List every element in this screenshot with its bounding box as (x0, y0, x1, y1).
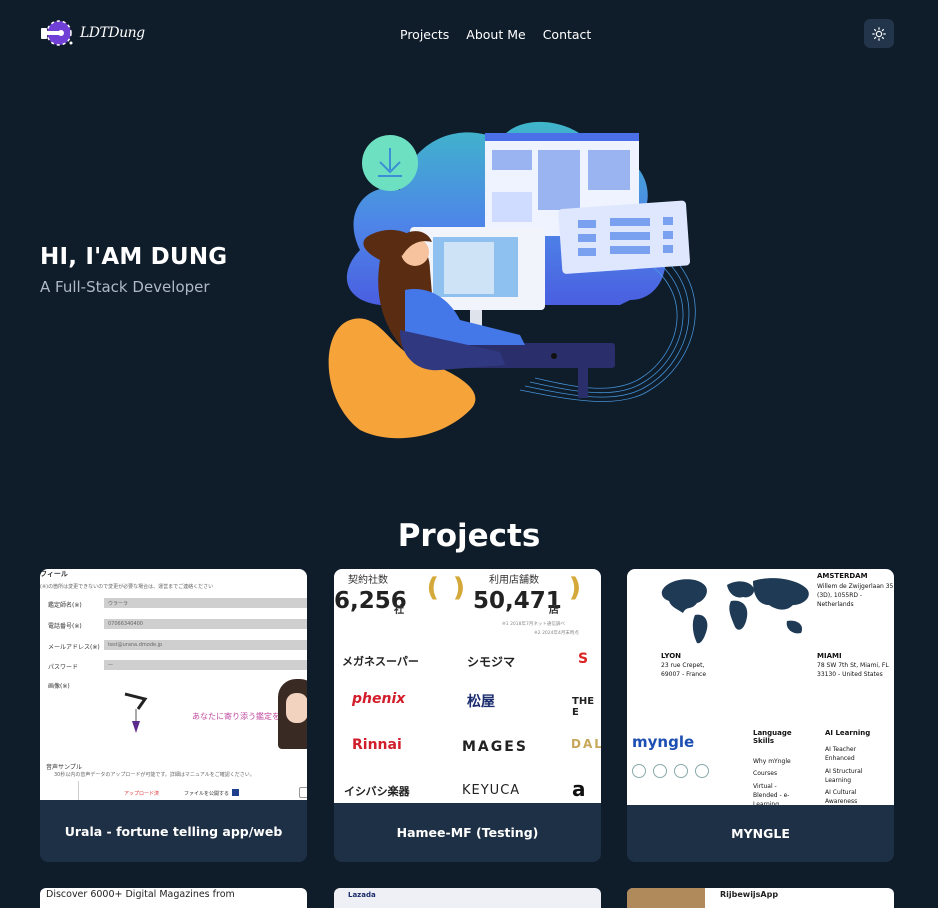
project-thumbnail: 契約社数 6,256 社 ❪ ❫ 利用店舗数 50,471 店 ❫ ※1 201… (334, 569, 601, 803)
thumb-text: メールアドレス(※) (48, 644, 100, 651)
brand-logo-item: THE E (572, 696, 595, 718)
thumb-text: Willem de Zwijgerlaan 35 (3D), 1055RD - … (817, 583, 894, 608)
nav-link-projects[interactable]: Projects (400, 27, 449, 42)
thumb-text: 契約社数 (348, 575, 388, 586)
laurel-icon: ❫ (448, 573, 470, 603)
laurel-icon: ❫ (564, 573, 586, 603)
myngle-logo: myngle (632, 733, 695, 751)
thumb-text: 音声サンプル (46, 764, 82, 771)
thumb-text: AI Teacher Enhanced (825, 746, 857, 762)
thumb-text: 07066340400 (108, 621, 143, 627)
logo-icon (41, 20, 73, 46)
project-title: Hamee-MF (Testing) (396, 825, 539, 840)
social-icons (632, 764, 709, 778)
thumb-text: test@urana.dmode.jp (108, 642, 163, 648)
thumb-banner: あなたに寄り添う鑑定を (192, 712, 280, 721)
thumb-text: 電話番号(※) (48, 623, 82, 630)
thumb-text: Lazada (348, 891, 376, 899)
brand-logo-item: DAL (571, 737, 601, 751)
x-icon[interactable] (695, 764, 709, 778)
brand-name: LDTDung (80, 25, 145, 41)
thumb-text: LYON (661, 652, 681, 660)
thumb-text: ウラーラ (108, 601, 129, 607)
top-nav: LDTDung Projects About Me Contact (0, 0, 938, 68)
brand-logo-item: シモジマ (467, 655, 516, 669)
thumb-text: Discover 6000+ Digital Magazines from (46, 889, 235, 900)
thumb-text: AI Learning (825, 729, 871, 737)
project-card-urala[interactable]: フィール (※)の箇所は変更できないので変更が必要な場合は、運営までご連絡くださ… (40, 569, 307, 862)
brand-logo-item: メガネスーパー (342, 655, 419, 668)
thumb-text: Language Skills (753, 729, 792, 745)
theme-toggle-button[interactable] (864, 19, 894, 48)
project-card-rijbewijs[interactable]: RijbewijsApp (627, 888, 894, 908)
project-card-myngle[interactable]: AMSTERDAM Willem de Zwijgerlaan 35 (3D),… (627, 569, 894, 862)
hero-illustration (328, 121, 696, 439)
thumb-text: 23 rue Crepet, 69007 - France (661, 662, 707, 678)
thumb-text: ファイルを公開する (184, 791, 230, 797)
thumb-text: MIAMI (817, 652, 842, 660)
thumb-text: 鑑定師名(※) (48, 602, 82, 609)
brand-logo-item: イシバシ楽器 (344, 785, 410, 798)
project-thumbnail: AMSTERDAM Willem de Zwijgerlaan 35 (3D),… (627, 569, 894, 805)
hero-title: HI, I'AM DUNG (40, 244, 228, 270)
project-card-lazada[interactable]: Lazada (334, 888, 601, 908)
brand-logo[interactable]: LDTDung (40, 17, 145, 49)
project-card-hamee[interactable]: 契約社数 6,256 社 ❪ ❫ 利用店舗数 50,471 店 ❫ ※1 201… (334, 569, 601, 862)
thumb-text: 社 (394, 605, 404, 616)
thumb-text: AI Cultural Awareness (825, 789, 858, 805)
brand-logo-item: Rinnai (352, 737, 402, 753)
thumb-text: RijbewijsApp (720, 890, 779, 899)
brand-logo-item: MAGES (462, 739, 528, 755)
thumb-text: 78 SW 7th St, Miami, FL 33130 - United S… (817, 662, 889, 678)
thumb-text: AI Structural Learning (825, 768, 863, 784)
thumb-text: 画像(※) (48, 683, 70, 690)
project-thumbnail: フィール (※)の箇所は変更できないので変更が必要な場合は、運営までご連絡くださ… (40, 569, 307, 800)
thumb-text: ※1 2018年7月ネット通信調べ (502, 622, 565, 627)
nav-link-contact[interactable]: Contact (543, 27, 592, 42)
brand-logo-item: phenix (352, 691, 406, 707)
thumb-text: Courses (753, 770, 778, 777)
instagram-icon[interactable] (632, 764, 646, 778)
thumb-text: Virtual - Blended - e-Learning (753, 783, 790, 805)
thumb-text: パスワード (48, 664, 79, 671)
brand-logo-item: 松屋 (467, 694, 495, 710)
nav-links: Projects About Me Contact (400, 27, 591, 42)
thumb-text: アップロード済 (124, 791, 160, 797)
thumb-text: 30秒以内の音声データのアップロードが可能です。詳細はマニュアルをご確認ください… (54, 772, 255, 778)
thumb-text: フィール (40, 570, 68, 578)
hero-subtitle: A Full-Stack Developer (40, 278, 210, 296)
pendulum-icon (124, 692, 148, 733)
thumb-text: ※2 2024年4月末時点 (534, 631, 579, 636)
project-title: Urala - fortune telling app/web (64, 823, 283, 839)
linkedin-icon[interactable] (674, 764, 688, 778)
thumb-text: AMSTERDAM (817, 572, 868, 580)
projects-heading: Projects (397, 518, 541, 554)
thumb-text: 利用店舗数 (489, 575, 539, 586)
laurel-icon: ❪ (422, 573, 444, 603)
thumb-text: 店 (549, 605, 559, 616)
facebook-icon[interactable] (653, 764, 667, 778)
thumb-text: (※)の箇所は変更できないので変更が必要な場合は、運営までご連絡ください (40, 584, 214, 590)
thumb-text: — (108, 662, 113, 668)
brand-logo-item: KEYUCA (462, 783, 521, 798)
sun-icon (872, 26, 886, 41)
project-card-magazines[interactable]: Discover 6000+ Digital Magazines from (40, 888, 307, 908)
project-title: MYNGLE (731, 826, 790, 841)
world-map-icon (661, 578, 809, 644)
thumb-text: Why mYngle (753, 758, 791, 765)
nav-link-about[interactable]: About Me (466, 27, 525, 42)
